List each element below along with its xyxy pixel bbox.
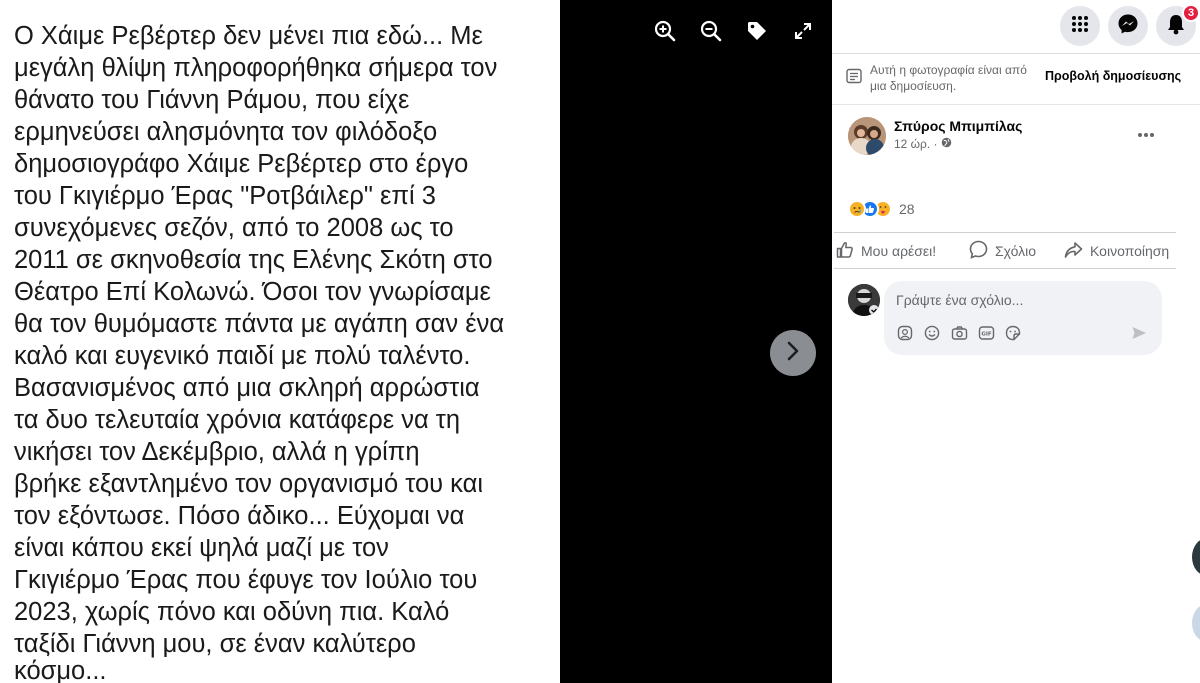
reactions-summary[interactable]: 28 — [848, 200, 915, 218]
photo-text-line: βρήκε εξαντλημένο τον οργανισμό του και — [14, 470, 484, 498]
reaction-count: 28 — [899, 201, 915, 217]
author-avatar[interactable] — [848, 117, 886, 155]
photo-text-line: κόσμο... — [14, 657, 107, 683]
comment-bubble-icon — [969, 240, 988, 262]
sad-reaction-icon — [848, 200, 866, 218]
info-banner: Αυτή η φωτογραφία είναι από μια δημοσίευ… — [846, 62, 1186, 96]
svg-text:GIF: GIF — [981, 332, 992, 338]
photo-text-line: τον εξόντωσε. Πόσο άδικο... Εύχομαι να — [14, 502, 465, 530]
chat-head-avatar[interactable] — [1192, 604, 1200, 642]
share-button[interactable]: Κοινοποίηση — [1064, 238, 1169, 264]
photo-text-line: συνεχόμενες σεζόν, από το 2008 ως το — [14, 214, 454, 242]
photo-viewer: Ο Χάιμε Ρεβέρτερ δεν μένει πια εδώ... Με… — [0, 0, 832, 683]
photo-text-line: είναι κάπου εκεί ψηλά μαζί με τον — [14, 534, 389, 562]
photo-text-line: θάνατο του Γιάννη Ράμου, που είχε — [14, 86, 410, 114]
side-panel: 3 Αυτή η φωτογραφία είναι από μια δημοσί… — [832, 0, 1200, 683]
photo-text-line: του Γκιγιέρμο Έρας "Ροτβάιλερ" επί 3 — [14, 182, 436, 210]
fullscreen-icon[interactable] — [789, 17, 817, 45]
notifications-button[interactable]: 3 — [1156, 4, 1200, 46]
thumbs-up-icon — [836, 241, 854, 262]
avatar-sticker-icon[interactable] — [894, 322, 916, 344]
more-options-button[interactable] — [1132, 122, 1160, 146]
author-name[interactable]: Σπύρος Μπιμπίλας — [894, 118, 1022, 134]
info-divider — [832, 104, 1200, 105]
menu-grid-icon — [1071, 15, 1089, 38]
photo-text-line: Βασανισμένος από μια σκληρή αρρώστια — [14, 374, 480, 402]
globe-icon — [941, 137, 952, 151]
like-button[interactable]: Μου αρέσει! — [836, 238, 936, 264]
menu-button[interactable] — [1060, 6, 1100, 46]
header-divider — [832, 53, 1200, 54]
send-icon[interactable] — [1128, 322, 1150, 344]
more-dots-icon — [1137, 125, 1155, 143]
post-meta: 12 ώρ. · — [894, 137, 952, 151]
user-avatar[interactable] — [848, 284, 880, 316]
photo-text-line: δημοσιογράφο Χάιμε Ρεβέρτερ στο έργο — [14, 150, 469, 178]
photo-text-line: καλό και ευγενικό παιδί με πολύ ταλέντο. — [14, 342, 471, 370]
share-arrow-icon — [1064, 241, 1083, 262]
gif-icon[interactable]: GIF — [975, 322, 997, 344]
comment-button[interactable]: Σχόλιο — [969, 238, 1036, 264]
photo-text-line: θα τον θυμόμαστε πάντα με αγάπη σαν ένα — [14, 310, 505, 338]
comment-label: Σχόλιο — [995, 243, 1037, 259]
view-post-link[interactable]: Προβολή δημοσίευσης — [1045, 69, 1181, 83]
zoom-in-icon[interactable] — [651, 17, 679, 45]
emoji-icon[interactable] — [921, 322, 943, 344]
sticker-icon[interactable] — [1002, 322, 1024, 344]
messenger-icon — [1117, 13, 1139, 40]
camera-icon[interactable] — [948, 322, 970, 344]
post-info-icon — [846, 68, 862, 89]
tag-icon[interactable] — [743, 17, 771, 45]
info-text: Αυτή η φωτογραφία είναι από μια δημοσίευ… — [870, 63, 1027, 93]
post-photo: Ο Χάιμε Ρεβέρτερ δεν μένει πια εδώ... Με… — [0, 0, 560, 683]
chat-head-avatar[interactable] — [1192, 538, 1200, 576]
notification-badge: 3 — [1182, 4, 1200, 22]
next-photo-button[interactable] — [770, 330, 816, 376]
share-label: Κοινοποίηση — [1090, 243, 1170, 259]
photo-text-line: μεγάλη θλίψη πληροφορήθηκα σήμερα τον — [14, 54, 498, 82]
messenger-button[interactable] — [1108, 6, 1148, 46]
photo-text-line: Θέατρο Επί Κολωνώ. Όσοι τον γνωρίσαμε — [14, 278, 491, 306]
chevron-right-icon — [785, 341, 801, 366]
zoom-out-icon[interactable] — [697, 17, 725, 45]
like-label: Μου αρέσει! — [861, 243, 937, 259]
photo-text-line: τα δυο τελευταία χρόνια κατάφερε να τη — [14, 406, 461, 434]
photo-text-line: νικήσει τον Δεκέμβριο, αλλά η γρίπη — [14, 438, 420, 466]
actions-divider — [834, 268, 1176, 269]
comment-composer: GIF — [884, 281, 1162, 355]
post-time[interactable]: 12 ώρ. · — [894, 137, 938, 151]
photo-text-line: 2011 σε σκηνοθεσία της Ελένης Σκότη στο — [14, 246, 493, 274]
photo-text-line: Γκιγιέρμο Έρας που έφυγε τον Ιούλιο του — [14, 566, 478, 594]
comment-input[interactable] — [896, 289, 1146, 311]
photo-text-line: 2023, χωρίς πόνο και οδύνη πια. Καλό — [14, 598, 450, 626]
actions-divider — [834, 232, 1176, 233]
photo-text-line: Ο Χάιμε Ρεβέρτερ δεν μένει πια εδώ... Με — [14, 22, 483, 50]
photo-text-line: ερμηνεύσει αλησμόνητα τον φιλόδοξο — [14, 118, 438, 146]
